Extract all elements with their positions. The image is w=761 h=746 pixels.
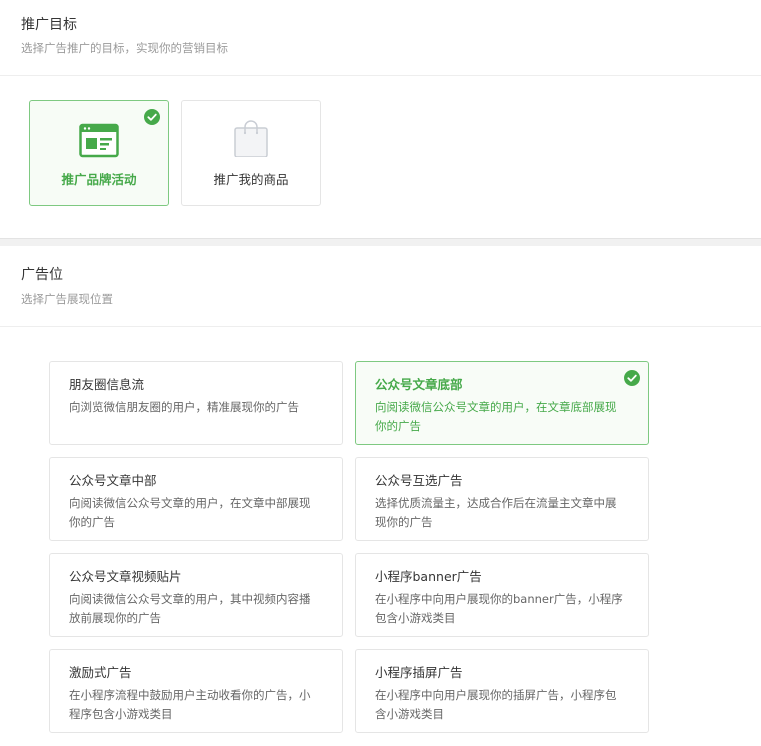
goal-option-label: 推广品牌活动	[61, 172, 137, 187]
position-option-desc: 向阅读微信公众号文章的用户，其中视频内容播放前展现你的广告	[69, 592, 311, 625]
position-option-article-middle[interactable]: 公众号文章中部 向阅读微信公众号文章的用户，在文章中部展现你的广告	[49, 457, 343, 541]
position-option-desc: 选择优质流量主，达成合作后在流量主文章中展现你的广告	[375, 496, 617, 529]
check-circle-icon	[624, 370, 640, 386]
goal-option-my-products[interactable]: 推广我的商品	[181, 100, 321, 206]
position-option-desc: 向浏览微信朋友圈的用户，精准展现你的广告	[69, 400, 299, 414]
position-option-title: 公众号互选广告	[375, 473, 463, 488]
position-option-mutual-select[interactable]: 公众号互选广告 选择优质流量主，达成合作后在流量主文章中展现你的广告	[355, 457, 649, 541]
goal-section-subtitle: 选择广告推广的目标，实现你的营销目标	[21, 41, 228, 55]
position-option-title: 公众号文章底部	[375, 377, 463, 392]
position-section-header: 广告位 选择广告展现位置	[0, 247, 761, 327]
section-divider	[0, 238, 761, 246]
position-option-video-patch[interactable]: 公众号文章视频贴片 向阅读微信公众号文章的用户，其中视频内容播放前展现你的广告	[49, 553, 343, 637]
position-option-interstitial[interactable]: 小程序插屏广告 在小程序中向用户展现你的插屏广告，小程序包含小游戏类目	[355, 649, 649, 733]
position-option-article-bottom[interactable]: 公众号文章底部 向阅读微信公众号文章的用户，在文章底部展现你的广告	[355, 361, 649, 445]
position-option-desc: 在小程序流程中鼓励用户主动收看你的广告，小程序包含小游戏类目	[69, 688, 311, 721]
position-option-title: 公众号文章中部	[69, 473, 157, 488]
position-option-rewarded[interactable]: 激励式广告 在小程序流程中鼓励用户主动收看你的广告，小程序包含小游戏类目	[49, 649, 343, 733]
check-circle-icon	[144, 109, 160, 125]
position-option-title: 朋友圈信息流	[69, 377, 145, 392]
goal-option-brand-activity[interactable]: 推广品牌活动	[29, 100, 169, 206]
position-option-desc: 在小程序中向用户展现你的banner广告，小程序包含小游戏类目	[375, 592, 623, 625]
position-option-title: 激励式广告	[69, 665, 132, 680]
browser-window-icon	[79, 123, 119, 158]
position-option-title: 公众号文章视频贴片	[69, 569, 182, 584]
position-section-title: 广告位	[21, 267, 63, 283]
position-option-miniprogram-banner[interactable]: 小程序banner广告 在小程序中向用户展现你的banner广告，小程序包含小游…	[355, 553, 649, 637]
position-option-title: 小程序插屏广告	[375, 665, 463, 680]
goal-option-label: 推广我的商品	[213, 172, 289, 187]
position-option-moments-feed[interactable]: 朋友圈信息流 向浏览微信朋友圈的用户，精准展现你的广告	[49, 361, 343, 445]
shopping-bag-icon	[234, 120, 268, 157]
goal-section-header: 推广目标 选择广告推广的目标，实现你的营销目标	[0, 0, 761, 76]
position-option-title: 小程序banner广告	[375, 569, 482, 584]
position-section-subtitle: 选择广告展现位置	[21, 292, 113, 306]
position-option-desc: 向阅读微信公众号文章的用户，在文章中部展现你的广告	[69, 496, 311, 529]
goal-section-title: 推广目标	[21, 17, 77, 33]
position-option-desc: 在小程序中向用户展现你的插屏广告，小程序包含小游戏类目	[375, 688, 617, 721]
position-option-desc: 向阅读微信公众号文章的用户，在文章底部展现你的广告	[375, 400, 617, 433]
